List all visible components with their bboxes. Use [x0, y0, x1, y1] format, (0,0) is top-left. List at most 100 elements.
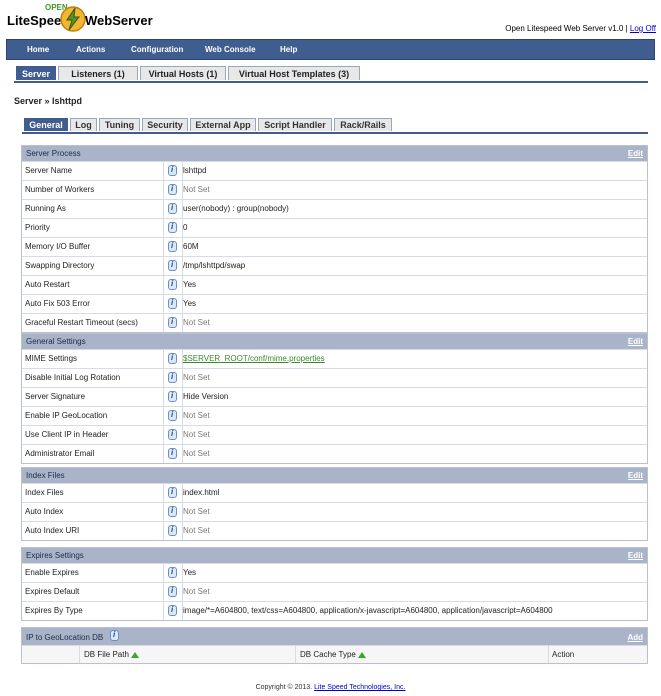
row-value: Yes — [183, 280, 197, 289]
subtab-external-app[interactable]: External App — [190, 118, 256, 131]
info-icon[interactable] — [168, 279, 177, 290]
help-cell — [163, 314, 183, 332]
row-value: Not Set — [183, 507, 210, 516]
company-link[interactable]: Lite Speed Technologies, Inc. — [314, 684, 405, 691]
row-label: Server Signature — [25, 392, 86, 401]
nav-configuration[interactable]: Configuration — [131, 45, 183, 54]
row-label: Running As — [25, 204, 66, 213]
table-row: Auto Restart Yes — [22, 275, 647, 294]
tab-virtual-hosts[interactable]: Virtual Hosts (1) — [140, 66, 226, 80]
help-cell — [163, 602, 183, 620]
info-icon[interactable] — [168, 222, 177, 233]
row-value: lshttpd — [183, 166, 207, 175]
row-label: Expires By Type — [25, 606, 83, 615]
row-value: 0 — [183, 223, 188, 232]
info-icon[interactable] — [168, 298, 177, 309]
row-value: Hide Version — [183, 392, 229, 401]
section-title: Expires Settings — [26, 551, 84, 560]
subtab-general[interactable]: General — [24, 118, 68, 131]
row-label: Priority — [25, 223, 50, 232]
section-header: Index Files Edit — [22, 468, 647, 483]
row-label: MIME Settings — [25, 354, 78, 363]
edit-index-files-link[interactable]: Edit — [628, 471, 643, 480]
row-label: Server Name — [25, 166, 73, 175]
info-icon[interactable] — [168, 372, 177, 383]
config-tabs: Server Listeners (1) Virtual Hosts (1) V… — [14, 66, 648, 83]
row-value: Not Set — [183, 411, 210, 420]
section-header: Expires Settings Edit — [22, 548, 647, 563]
column-divider — [548, 646, 549, 663]
info-icon[interactable] — [168, 506, 177, 517]
info-icon[interactable] — [168, 448, 177, 459]
info-icon[interactable] — [168, 410, 177, 421]
col-db-file-path[interactable]: DB File Path — [84, 650, 139, 659]
edit-server-process-link[interactable]: Edit — [628, 149, 643, 158]
col-label: DB File Path — [84, 650, 129, 659]
info-icon[interactable] — [168, 165, 177, 176]
subtab-tuning[interactable]: Tuning — [99, 118, 140, 131]
row-label: Use Client IP in Header — [25, 430, 109, 439]
help-cell — [163, 503, 183, 521]
tab-virtual-host-templates[interactable]: Virtual Host Templates (3) — [228, 66, 360, 80]
help-cell — [163, 162, 183, 180]
row-value: Not Set — [183, 373, 210, 382]
nav-help[interactable]: Help — [280, 45, 297, 54]
table-row: Server Signature Hide Version — [22, 387, 647, 406]
info-icon[interactable] — [168, 567, 177, 578]
mime-settings-link[interactable]: $SERVER_ROOT/conf/mime.properties — [183, 354, 325, 363]
subtab-script-handler[interactable]: Script Handler — [258, 118, 332, 131]
footer: Copyright © 2013. Lite Speed Technologie… — [0, 684, 661, 691]
edit-general-settings-link[interactable]: Edit — [628, 337, 643, 346]
table-row: Server Name lshttpd — [22, 161, 647, 180]
row-value: Not Set — [183, 185, 210, 194]
row-label: Administrator Email — [25, 449, 95, 458]
nav-home[interactable]: Home — [27, 45, 49, 54]
section-expires-settings: Expires Settings Edit Enable ExpiresYes … — [21, 547, 648, 621]
info-icon[interactable] — [168, 391, 177, 402]
help-cell — [163, 276, 183, 294]
col-action: Action — [552, 650, 575, 659]
edit-expires-settings-link[interactable]: Edit — [628, 551, 643, 560]
table-row: Administrator Email Not Set — [22, 444, 647, 463]
section-server-process: Server Process Edit Server Name lshttpd N… — [21, 145, 648, 333]
tab-server[interactable]: Server — [16, 66, 56, 80]
litespeed-logo: OPEN LiteSpeed WebServer — [7, 3, 153, 35]
row-label: Auto Fix 503 Error — [25, 299, 90, 308]
info-icon[interactable] — [168, 487, 177, 498]
section-header: General Settings Edit — [22, 334, 647, 349]
help-cell — [163, 181, 183, 199]
subtab-log[interactable]: Log — [70, 118, 97, 131]
info-icon[interactable] — [168, 429, 177, 440]
add-geolocation-db-link[interactable]: Add — [627, 633, 643, 642]
product-version: Open Litespeed Web Server v1.0 — [505, 24, 624, 33]
help-cell — [163, 484, 183, 502]
table-row: Enable Expires Yes — [22, 563, 647, 582]
row-label: Disable Initial Log Rotation — [25, 373, 121, 382]
info-icon[interactable] — [168, 525, 177, 536]
info-icon[interactable] — [168, 586, 177, 597]
info-icon[interactable] — [168, 203, 177, 214]
help-cell — [163, 522, 183, 540]
help-cell — [163, 200, 183, 218]
nav-web-console[interactable]: Web Console — [205, 45, 256, 54]
help-cell — [163, 219, 183, 237]
info-icon[interactable] — [168, 353, 177, 364]
nav-actions[interactable]: Actions — [76, 45, 105, 54]
row-value: Not Set — [183, 526, 210, 535]
info-icon[interactable] — [168, 260, 177, 271]
table-row: Priority 0 — [22, 218, 647, 237]
info-icon[interactable] — [168, 184, 177, 195]
col-db-cache-type[interactable]: DB Cache Type — [300, 650, 366, 659]
info-icon[interactable] — [168, 605, 177, 616]
tab-listeners[interactable]: Listeners (1) — [58, 66, 138, 80]
breadcrumb: Server » lshttpd — [14, 96, 83, 106]
subtab-security[interactable]: Security — [142, 118, 188, 131]
subtab-rack-rails[interactable]: Rack/Rails — [334, 118, 392, 131]
log-off-link[interactable]: Log Off — [630, 24, 656, 33]
info-icon[interactable] — [168, 241, 177, 252]
table-row: Expires By Type image/*=A604800, text/css… — [22, 601, 647, 620]
section-title: Server Process — [26, 149, 81, 158]
info-icon[interactable] — [110, 630, 119, 641]
info-icon[interactable] — [168, 317, 177, 328]
row-label: Swapping Directory — [25, 261, 95, 270]
